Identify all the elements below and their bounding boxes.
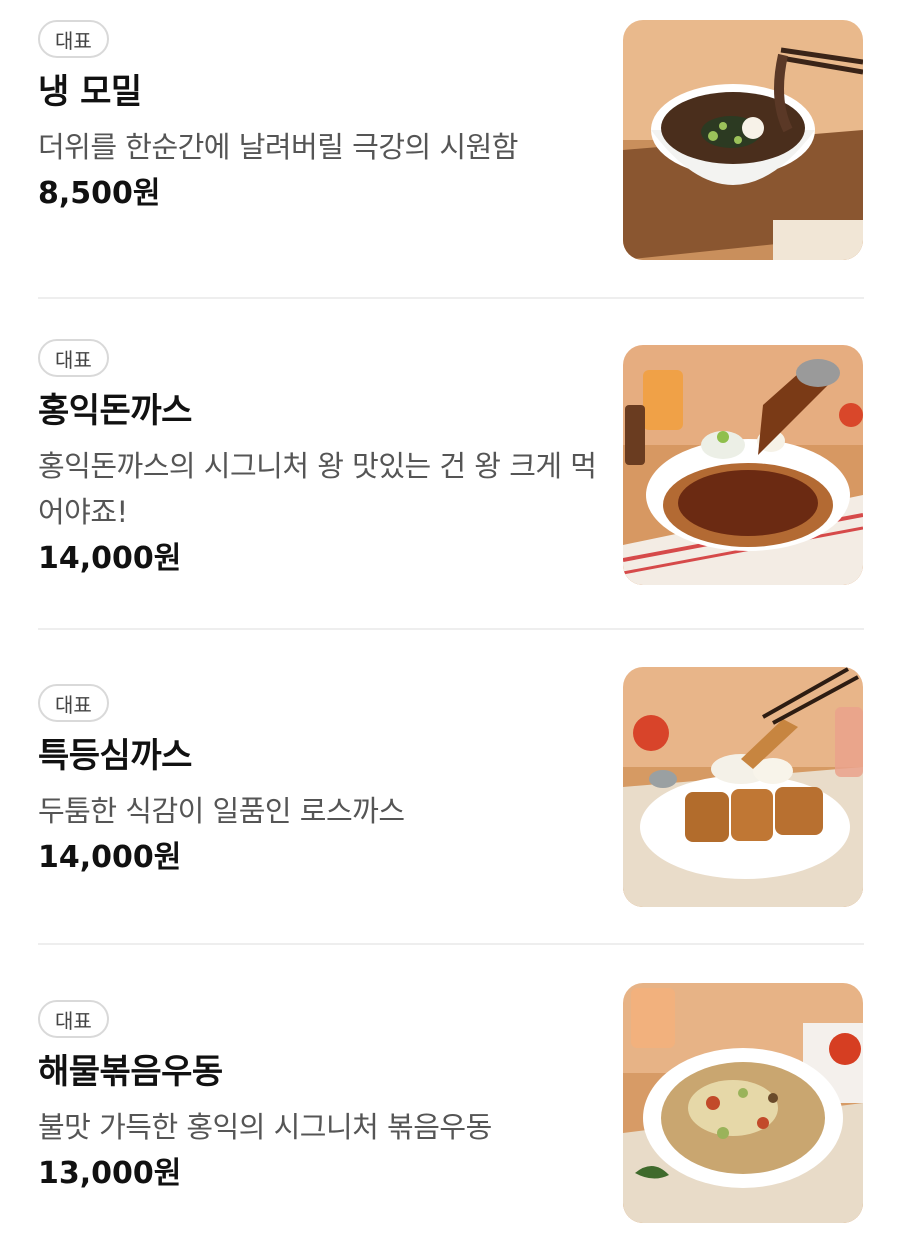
- menu-item-description: 홍익돈까스의 시그니처 왕 맛있는 건 왕 크게 먹어야죠!: [38, 449, 597, 529]
- menu-item-price: 8,500원: [38, 176, 161, 211]
- signature-badge: 대표: [38, 684, 109, 722]
- menu-item-price: 14,000원: [38, 840, 182, 875]
- menu-item-price: 13,000원: [38, 1156, 182, 1191]
- menu-item-description: 더위를 한순간에 날려버릴 극강의 시원함: [38, 130, 518, 164]
- menu-item-name: 냉 모밀: [38, 72, 142, 112]
- pork-loin-cutlet-photo[interactable]: [623, 667, 863, 907]
- signature-badge: 대표: [38, 339, 109, 377]
- seafood-stir-fried-udon-photo[interactable]: [623, 983, 863, 1223]
- menu-item-name: 홍익돈까스: [38, 391, 192, 431]
- menu-item-text: 대표 해물볶음우동 불맛 가득한 홍익의 시그니처 볶음우동 13,000원: [38, 1000, 598, 1194]
- menu-item-description: 두툼한 식감이 일품인 로스까스: [38, 794, 405, 828]
- divider: [38, 628, 864, 630]
- menu-item-price: 14,000원: [38, 541, 182, 576]
- signature-badge: 대표: [38, 20, 109, 58]
- cold-soba-photo[interactable]: [623, 20, 863, 260]
- menu-item-description: 불맛 가득한 홍익의 시그니처 볶음우동: [38, 1110, 492, 1144]
- menu-item-text: 대표 홍익돈까스 홍익돈까스의 시그니처 왕 맛있는 건 왕 크게 먹어야죠! …: [38, 339, 598, 579]
- signature-badge: 대표: [38, 1000, 109, 1038]
- menu-item-text: 대표 특등심까스 두툼한 식감이 일품인 로스까스 14,000원: [38, 684, 598, 878]
- menu-item-name: 해물볶음우동: [38, 1052, 223, 1092]
- pork-cutlet-with-sauce-photo[interactable]: [623, 345, 863, 585]
- divider: [38, 943, 864, 945]
- menu-item-name: 특등심까스: [38, 736, 192, 776]
- divider: [38, 297, 864, 299]
- menu-item-text: 대표 냉 모밀 더위를 한순간에 날려버릴 극강의 시원함 8,500원: [38, 20, 598, 214]
